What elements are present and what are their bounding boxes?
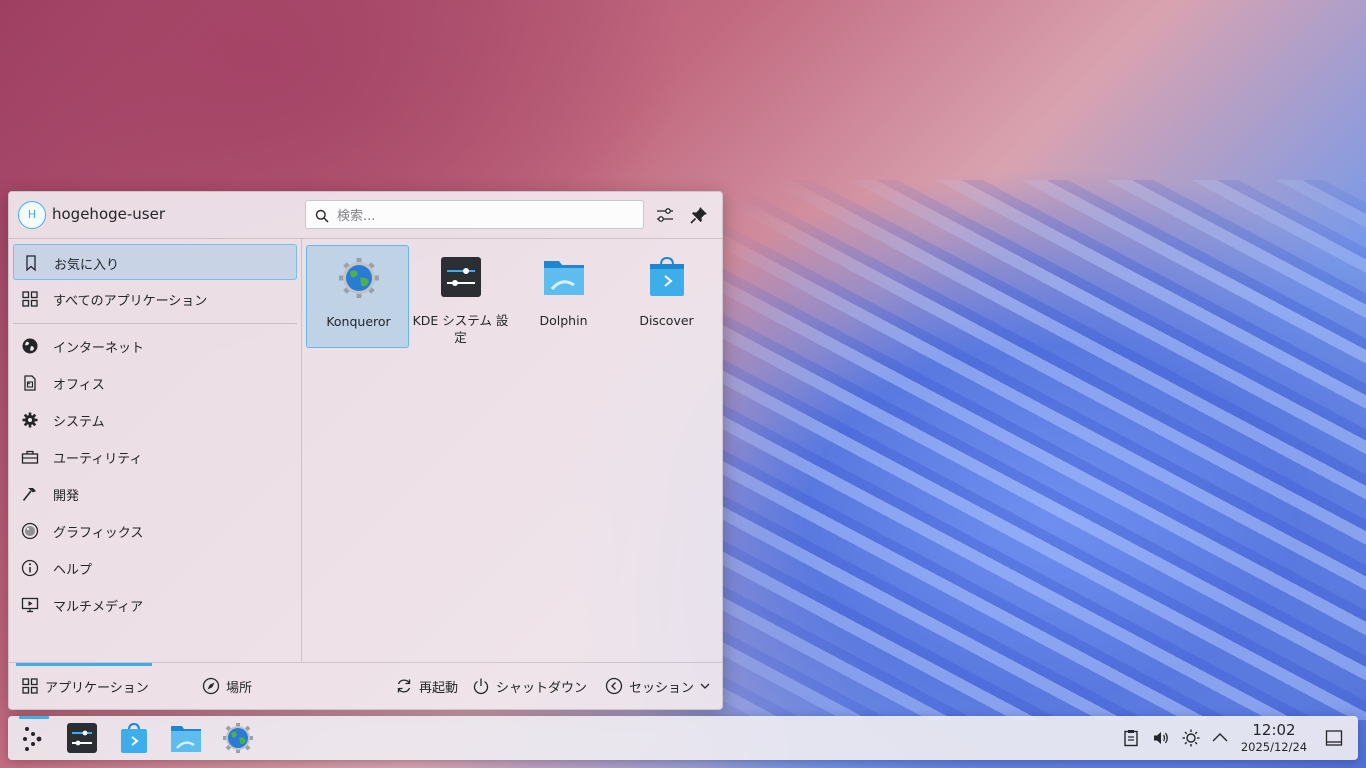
- volume-icon: [1154, 732, 1168, 744]
- brightness-icon: [1182, 729, 1200, 747]
- palette-icon: [21, 522, 39, 540]
- app-tile-system-settings[interactable]: KDE システム 設定: [409, 245, 512, 348]
- office-icon: [21, 374, 39, 392]
- app-label: Konqueror: [326, 314, 391, 329]
- sidebar-item-label: ヘルプ: [53, 563, 93, 578]
- pin-icon: [690, 207, 707, 224]
- sidebar-item-label: お気に入り: [54, 258, 120, 273]
- taskbar-system-settings[interactable]: [65, 721, 99, 755]
- launcher-header: H hogehoge-user: [9, 192, 722, 239]
- sidebar-item-label: 開発: [53, 489, 80, 504]
- app-tile-discover[interactable]: Discover: [615, 245, 718, 348]
- tab-applications[interactable]: アプリケーション: [21, 676, 151, 696]
- clock-date[interactable]: 2025/12/24: [1238, 740, 1310, 754]
- sidebar-item-utilities[interactable]: ユーティリティ: [13, 439, 297, 475]
- app-tile-konqueror[interactable]: Konqueror: [306, 245, 409, 348]
- shutdown-button[interactable]: シャットダウン: [472, 676, 590, 696]
- sidebar-divider: [13, 323, 297, 324]
- shutdown-label: シャットダウン: [496, 681, 588, 696]
- grid-icon: [21, 290, 39, 308]
- sidebar-item-multimedia[interactable]: マルチメディア: [13, 587, 297, 623]
- launcher-active-indicator: [19, 716, 49, 719]
- volume-button[interactable]: [1151, 728, 1171, 748]
- chevron-left-circle-icon: [605, 677, 623, 695]
- sliders-icon: [657, 208, 673, 222]
- sidebar-item-internet[interactable]: インターネット: [13, 328, 297, 364]
- taskbar-konqueror[interactable]: [221, 721, 255, 755]
- brightness-button[interactable]: [1181, 728, 1201, 748]
- session-label: セッション: [629, 681, 695, 696]
- active-tab-indicator: [16, 663, 152, 666]
- avatar[interactable]: H: [18, 201, 46, 229]
- application-launcher: H hogehoge-user 検索... お気に入り すべてのアプリケーション…: [8, 191, 723, 710]
- konqueror-icon: [337, 256, 381, 300]
- info-icon: [21, 559, 39, 577]
- launcher-footer: アプリケーション 場所 再起動 シャットダウン セッション: [9, 662, 722, 709]
- configure-button[interactable]: [654, 204, 676, 226]
- dolphin-folder-icon: [171, 726, 201, 752]
- bookmark-icon: [22, 254, 40, 272]
- app-label: Discover: [639, 313, 694, 328]
- app-label: Dolphin: [539, 313, 588, 328]
- show-desktop-icon: [1325, 730, 1343, 746]
- monitor-play-icon: [21, 596, 39, 614]
- tray-expand-button[interactable]: [1210, 728, 1230, 748]
- clipboard-icon: [1124, 730, 1138, 747]
- sidebar-item-label: システム: [53, 415, 105, 430]
- konqueror-icon: [223, 723, 253, 753]
- tab-label: 場所: [226, 681, 253, 696]
- sidebar-item-development[interactable]: 開発: [13, 476, 297, 512]
- compass-icon: [202, 677, 220, 695]
- discover-bag-icon: [121, 722, 147, 753]
- search-icon: [315, 208, 329, 223]
- app-launcher-icon: [23, 727, 42, 751]
- power-icon: [472, 677, 490, 695]
- restart-label: 再起動: [419, 681, 459, 696]
- app-tile-dolphin[interactable]: Dolphin: [512, 245, 615, 348]
- app-label: KDE システム 設定: [412, 313, 509, 345]
- system-settings-icon: [67, 723, 97, 753]
- sidebar-item-label: オフィス: [53, 378, 105, 393]
- sidebar-item-help[interactable]: ヘルプ: [13, 550, 297, 586]
- sidebar-item-label: インターネット: [53, 341, 145, 356]
- sidebar-item-system[interactable]: システム: [13, 402, 297, 438]
- chevron-up-icon: [1212, 733, 1228, 742]
- sidebar-item-office[interactable]: オフィス: [13, 365, 297, 401]
- dolphin-folder-icon: [542, 255, 586, 299]
- taskbar: 12:02 2025/12/24: [8, 716, 1358, 760]
- tab-label: アプリケーション: [45, 681, 149, 696]
- clock-time[interactable]: 12:02: [1238, 721, 1310, 739]
- search-box[interactable]: [305, 200, 644, 229]
- toolbox-icon: [21, 448, 39, 466]
- app-launcher-button[interactable]: [17, 721, 51, 755]
- sidebar-item-all-applications[interactable]: すべてのアプリケーション: [13, 281, 297, 317]
- gear-icon: [21, 411, 39, 429]
- sidebar-item-label: グラフィックス: [53, 526, 144, 541]
- globe-icon: [21, 337, 39, 355]
- sidebar-item-favorites[interactable]: お気に入り: [13, 244, 297, 280]
- chevron-down-icon: [698, 678, 712, 692]
- clipboard-button[interactable]: [1121, 728, 1141, 748]
- hammer-icon: [21, 485, 39, 503]
- sidebar-item-label: すべてのアプリケーション: [53, 294, 208, 309]
- session-button[interactable]: セッション: [605, 676, 713, 696]
- tab-places[interactable]: 場所: [202, 676, 262, 696]
- show-desktop-button[interactable]: [1324, 728, 1344, 748]
- discover-bag-icon: [645, 255, 689, 299]
- sidebar-item-label: マルチメディア: [53, 600, 144, 615]
- system-settings-icon: [439, 255, 483, 299]
- favorites-grid: Konqueror KDE システム 設定 Dolphin Discover: [302, 239, 722, 662]
- search-input[interactable]: [335, 205, 639, 227]
- sidebar-item-graphics[interactable]: グラフィックス: [13, 513, 297, 549]
- grid-icon: [21, 677, 39, 695]
- restart-icon: [395, 677, 413, 695]
- restart-button[interactable]: 再起動: [395, 676, 461, 696]
- sidebar-item-label: ユーティリティ: [53, 452, 143, 467]
- taskbar-dolphin[interactable]: [169, 721, 203, 755]
- pin-button[interactable]: [688, 204, 710, 226]
- taskbar-discover[interactable]: [117, 721, 151, 755]
- wallpaper-decoration: [720, 180, 1366, 720]
- user-name: hogehoge-user: [52, 205, 165, 223]
- category-sidebar: お気に入り すべてのアプリケーション インターネット オフィス システム ユーテ…: [9, 239, 302, 662]
